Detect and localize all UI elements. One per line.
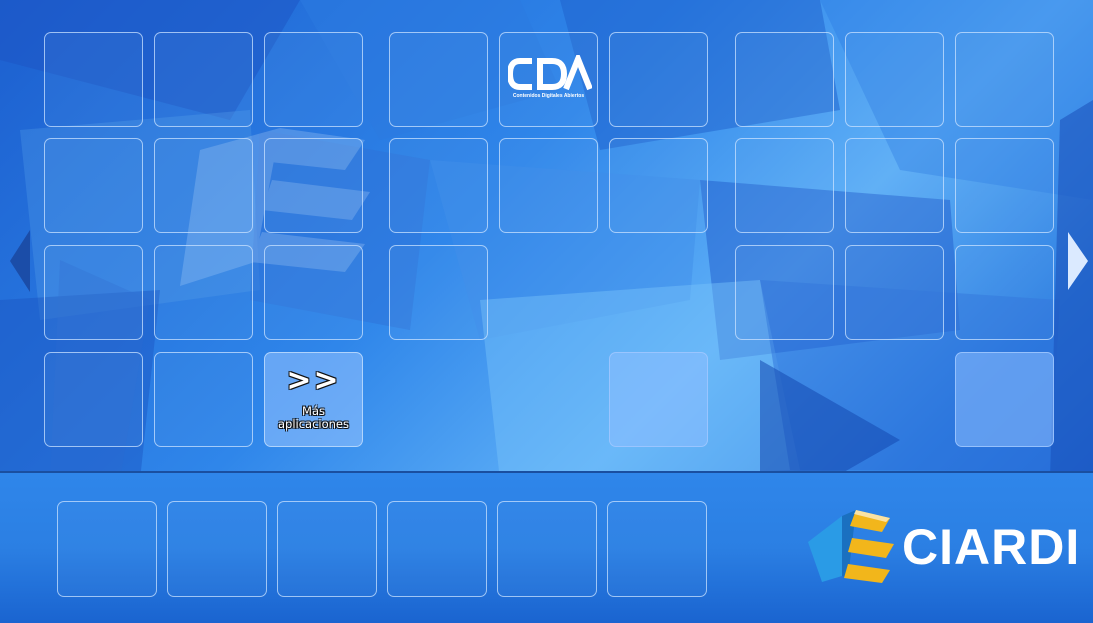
cda-app-tile[interactable]: Contenidos Digitales Abiertos — [499, 32, 598, 127]
dock-slot-2[interactable] — [167, 501, 267, 597]
dock-slot-1[interactable] — [57, 501, 157, 597]
app-slot-g1-r1-c2[interactable] — [154, 32, 253, 127]
app-slot-g2-r1-c1[interactable] — [389, 32, 488, 127]
app-slot-g1-r4-c2[interactable] — [154, 352, 253, 447]
app-slot-g3-r2-c3[interactable] — [955, 138, 1054, 233]
app-slot-g2-r3-c1[interactable] — [389, 245, 488, 340]
more-apps-button[interactable]: >> Más aplicaciones — [264, 352, 363, 447]
app-slot-g3-r1-c3[interactable] — [955, 32, 1054, 127]
app-slot-g1-r2-c3[interactable] — [264, 138, 363, 233]
app-slot-g3-r3-c1[interactable] — [735, 245, 834, 340]
app-slot-g3-r1-c1[interactable] — [735, 32, 834, 127]
dock-slot-6[interactable] — [607, 501, 707, 597]
cda-logo-icon — [508, 55, 592, 91]
more-apps-label: Más aplicaciones — [277, 404, 350, 431]
app-slot-g1-r3-c2[interactable] — [154, 245, 253, 340]
app-slot-g1-r3-c1[interactable] — [44, 245, 143, 340]
ciardi-logo-icon — [808, 510, 894, 583]
app-slot-g2-r2-c3[interactable] — [609, 138, 708, 233]
prev-page-arrow-icon[interactable] — [8, 228, 32, 294]
next-page-arrow-icon[interactable] — [1066, 230, 1090, 292]
dock-slot-3[interactable] — [277, 501, 377, 597]
app-slot-g1-r4-c1[interactable] — [44, 352, 143, 447]
app-slot-g3-r2-c1[interactable] — [735, 138, 834, 233]
app-slot-g1-r3-c3[interactable] — [264, 245, 363, 340]
cda-tagline: Contenidos Digitales Abiertos — [512, 93, 585, 99]
dock-slot-5[interactable] — [497, 501, 597, 597]
app-slot-g1-r2-c2[interactable] — [154, 138, 253, 233]
app-slot-g3-r1-c2[interactable] — [845, 32, 944, 127]
app-slot-g2-r4-c3[interactable] — [609, 352, 708, 447]
ciardi-wordmark: CIARDI — [902, 519, 1081, 575]
app-slot-g2-r2-c1[interactable] — [389, 138, 488, 233]
app-slot-g3-r4-c3[interactable] — [955, 352, 1054, 447]
app-slot-g3-r3-c3[interactable] — [955, 245, 1054, 340]
app-slot-g1-r2-c1[interactable] — [44, 138, 143, 233]
app-slot-g1-r1-c3[interactable] — [264, 32, 363, 127]
dock-slot-4[interactable] — [387, 501, 487, 597]
app-slot-g3-r2-c2[interactable] — [845, 138, 944, 233]
app-slot-g2-r2-c2[interactable] — [499, 138, 598, 233]
app-slot-g2-r1-c3[interactable] — [609, 32, 708, 127]
app-slot-g1-r1-c1[interactable] — [44, 32, 143, 127]
double-chevron-icon: >> — [286, 363, 341, 398]
app-slot-g3-r3-c2[interactable] — [845, 245, 944, 340]
